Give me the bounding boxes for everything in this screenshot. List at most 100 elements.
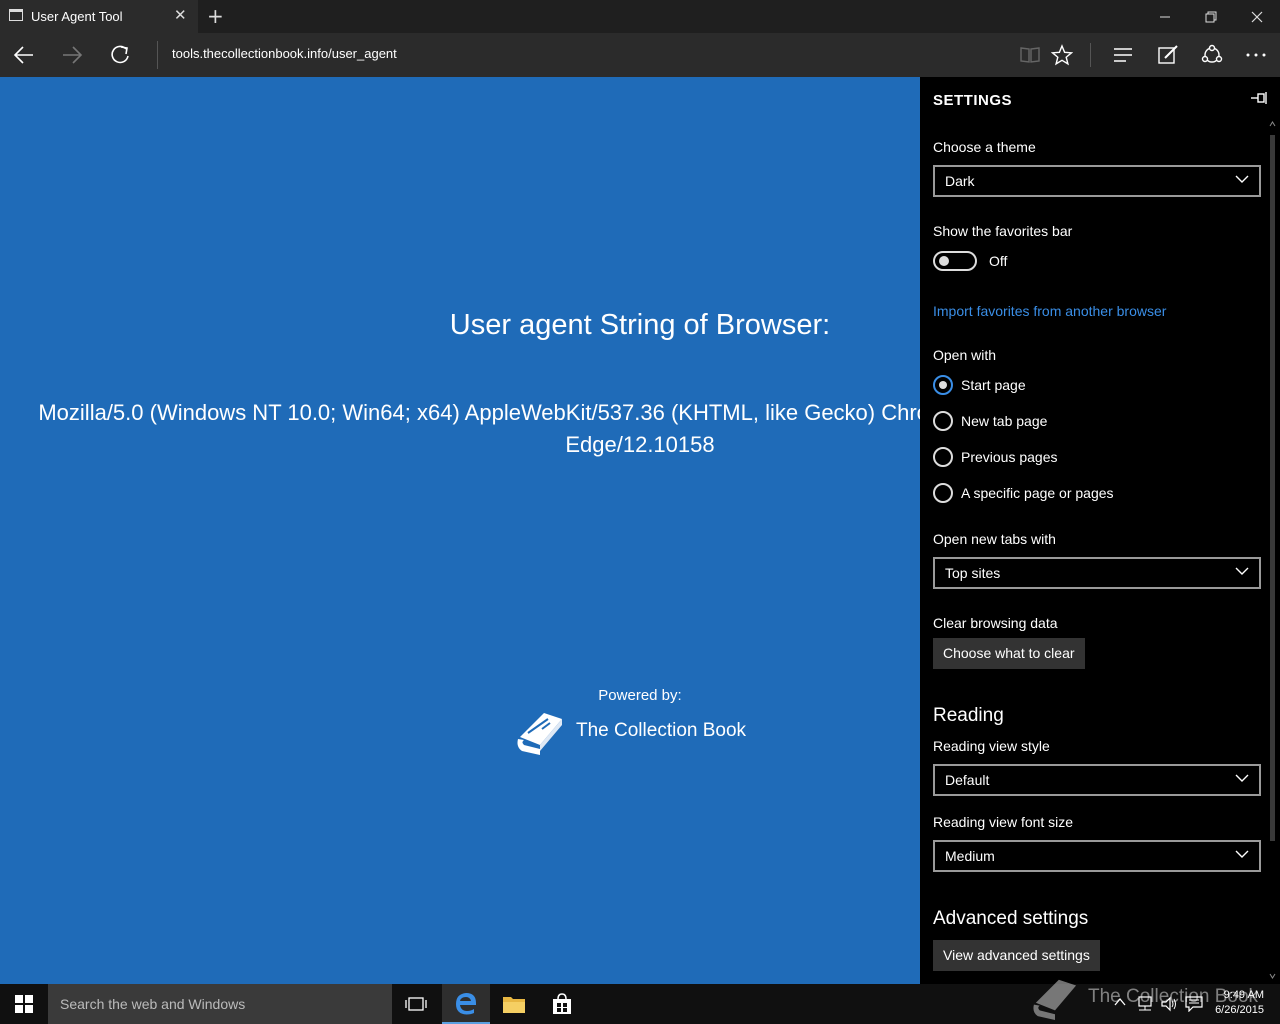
- chevron-down-icon: [1235, 774, 1249, 782]
- minimize-icon: [1160, 16, 1170, 17]
- chevron-down-icon: [1235, 567, 1249, 575]
- share-icon: [1201, 44, 1223, 63]
- refresh-button[interactable]: [98, 33, 142, 77]
- restore-icon: [1205, 11, 1217, 22]
- forward-arrow-icon: [63, 46, 83, 64]
- open-with-label: Open with: [933, 347, 997, 363]
- view-advanced-settings-button[interactable]: View advanced settings: [933, 940, 1100, 971]
- brand-name: The Collection Book: [576, 720, 747, 741]
- back-button[interactable]: [2, 33, 46, 77]
- settings-panel: SETTINGS Choose a theme Dark Show the fa…: [920, 77, 1280, 984]
- page-heading: User agent String of Browser:: [449, 309, 831, 341]
- taskbar-store[interactable]: [538, 984, 586, 1024]
- edge-icon: [456, 993, 476, 1015]
- share-button[interactable]: [1190, 33, 1234, 77]
- new-tabs-label: Open new tabs with: [933, 531, 1056, 547]
- user-agent-string: Mozilla/5.0 (Windows NT 10.0; Win64; x64…: [0, 397, 920, 461]
- radio-previous-pages[interactable]: [933, 447, 953, 467]
- pin-icon: [1251, 92, 1267, 104]
- clock-time: 9:49 AM: [1223, 989, 1264, 1001]
- radio-start-page[interactable]: [933, 375, 953, 395]
- star-icon: [1051, 44, 1073, 66]
- back-arrow-icon: [13, 46, 33, 64]
- action-center-icon[interactable]: [1185, 996, 1203, 1012]
- pen-note-icon: [1158, 45, 1178, 64]
- favorites-bar-state: Off: [989, 253, 1008, 269]
- minimize-button[interactable]: [1142, 0, 1188, 33]
- taskbar-edge[interactable]: [442, 984, 490, 1024]
- page-icon: [9, 9, 23, 21]
- favorite-button[interactable]: [1040, 33, 1084, 77]
- chevron-down-icon: [1235, 850, 1249, 858]
- radio-label-specific-pages: A specific page or pages: [961, 485, 1114, 501]
- theme-dropdown[interactable]: Dark: [933, 165, 1261, 197]
- address-bar: tools.thecollectionbook.info/user_agent: [0, 33, 1280, 77]
- new-tab-button[interactable]: +: [207, 4, 224, 28]
- hub-button[interactable]: [1101, 33, 1145, 77]
- reading-font-value: Medium: [945, 848, 995, 864]
- radio-new-tab-page[interactable]: [933, 411, 953, 431]
- windows-logo-icon: [15, 995, 33, 1013]
- start-button[interactable]: [0, 984, 48, 1024]
- powered-by-label: Powered by:: [598, 687, 682, 704]
- radio-label-previous-pages: Previous pages: [961, 449, 1058, 465]
- task-view-button[interactable]: [392, 984, 440, 1024]
- forward-button[interactable]: [50, 33, 94, 77]
- user-agent-line-1: Mozilla/5.0 (Windows NT 10.0; Win64; x64…: [38, 400, 920, 425]
- toolbar-separator: [1090, 43, 1091, 67]
- title-bar: User Agent Tool ✕ +: [0, 0, 1280, 33]
- pin-panel-button[interactable]: [1250, 91, 1268, 110]
- reading-font-dropdown[interactable]: Medium: [933, 840, 1261, 872]
- close-icon: [1251, 11, 1263, 22]
- scroll-thumb[interactable]: [1270, 135, 1275, 841]
- more-actions-button[interactable]: [1234, 33, 1278, 77]
- taskbar-file-explorer[interactable]: [490, 984, 538, 1024]
- url-separator: [157, 41, 158, 69]
- web-note-button[interactable]: [1146, 33, 1190, 77]
- radio-specific-pages[interactable]: [933, 483, 953, 503]
- settings-title: SETTINGS: [933, 92, 1013, 109]
- reading-heading: Reading: [933, 705, 1004, 726]
- show-hidden-icons-chevron-icon[interactable]: [1114, 996, 1126, 1008]
- theme-value: Dark: [945, 173, 975, 189]
- browser-window: User Agent Tool ✕ + tools.thecollectionb…: [0, 0, 1280, 1024]
- store-bag-icon: [553, 993, 571, 1014]
- radio-label-start-page: Start page: [961, 377, 1026, 393]
- volume-icon[interactable]: [1160, 996, 1178, 1012]
- reading-style-dropdown[interactable]: Default: [933, 764, 1261, 796]
- tab-user-agent-tool[interactable]: User Agent Tool ✕: [0, 0, 198, 33]
- search-placeholder: Search the web and Windows: [60, 996, 246, 1012]
- more-dots-icon: [1246, 53, 1266, 57]
- system-clock[interactable]: 9:49 AM 6/26/2015: [1210, 988, 1264, 1018]
- new-tabs-value: Top sites: [945, 565, 1001, 581]
- settings-scrollbar[interactable]: [1269, 121, 1276, 981]
- book-watermark-icon: [1033, 979, 1077, 1020]
- reading-view-icon: [1020, 47, 1040, 63]
- close-window-button[interactable]: [1234, 0, 1280, 33]
- network-icon[interactable]: [1136, 996, 1154, 1012]
- chevron-down-icon: [1235, 175, 1249, 183]
- new-tabs-dropdown[interactable]: Top sites: [933, 557, 1261, 589]
- reading-font-label: Reading view font size: [933, 814, 1074, 830]
- user-agent-line-2: Edge/12.10158: [565, 432, 715, 457]
- taskbar-search-box[interactable]: Search the web and Windows: [48, 984, 392, 1024]
- url-input[interactable]: tools.thecollectionbook.info/user_agent: [172, 46, 397, 61]
- hub-icon: [1114, 48, 1132, 62]
- clear-data-label: Clear browsing data: [933, 615, 1058, 631]
- favorites-bar-toggle[interactable]: [933, 251, 977, 271]
- choose-what-to-clear-button[interactable]: Choose what to clear: [933, 638, 1085, 669]
- brand-logo-link[interactable]: The Collection Book: [514, 707, 746, 755]
- tab-title: User Agent Tool: [31, 9, 123, 24]
- advanced-heading: Advanced settings: [933, 908, 1089, 929]
- reading-style-label: Reading view style: [933, 738, 1050, 754]
- taskbar: Search the web and Windows The Collectio…: [0, 979, 1280, 1024]
- close-tab-icon[interactable]: ✕: [174, 6, 187, 24]
- page-content: User agent String of Browser: Mozilla/5.…: [0, 77, 920, 984]
- radio-label-new-tab-page: New tab page: [961, 413, 1048, 429]
- import-favorites-link[interactable]: Import favorites from another browser: [933, 303, 1166, 319]
- theme-label: Choose a theme: [933, 139, 1036, 155]
- toggle-knob: [939, 256, 949, 266]
- task-view-icon: [405, 997, 427, 1011]
- clock-date: 6/26/2015: [1215, 1004, 1264, 1016]
- restore-button[interactable]: [1188, 0, 1234, 33]
